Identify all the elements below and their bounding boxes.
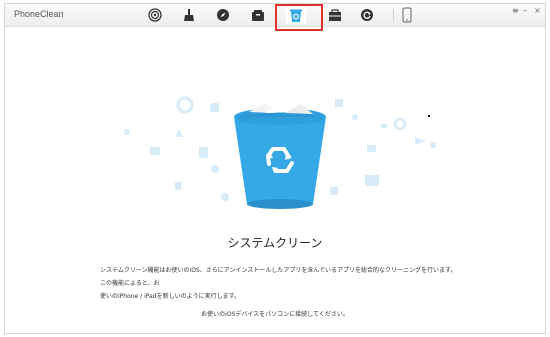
main-panel: システムクリーン システムクリーン機能はお使いのiOS、さらにアンインストールし… [5,27,545,333]
page-title: システムクリーン [227,236,323,250]
refresh-icon[interactable] [357,6,377,24]
broom-icon[interactable] [179,6,199,24]
description: システムクリーン機能はお使いのiOS、さらにアンインストールしたアプリを含んでい… [100,264,460,303]
app-title: PhoneClean [14,9,64,19]
description-line-2: 使いのiPhone / iPadを新しいのように実行します。 [100,293,240,300]
minimize-button[interactable]: – [523,7,527,15]
toolbar-divider [393,9,394,21]
fingerprint-icon[interactable] [145,6,165,24]
safari-compass-icon[interactable] [213,6,233,24]
toolbox-icon[interactable] [325,6,345,24]
stray-dot [428,115,430,117]
close-button[interactable]: × [534,7,541,15]
trash-illustration [124,96,436,209]
connect-device-note: お使いのiOSデバイスをパソコンに接続してください。 [201,311,349,318]
briefcase-box-icon[interactable] [248,6,268,24]
app-window: PhoneClean ≡ – × システムクリーン システムクリーン機能はお使い… [4,3,546,334]
menu-button[interactable]: ≡ [512,7,519,15]
phone-icon[interactable] [397,6,417,24]
description-line-1: システムクリーン機能はお使いのiOS、さらにアンインストールしたアプリを含んでい… [100,267,457,287]
